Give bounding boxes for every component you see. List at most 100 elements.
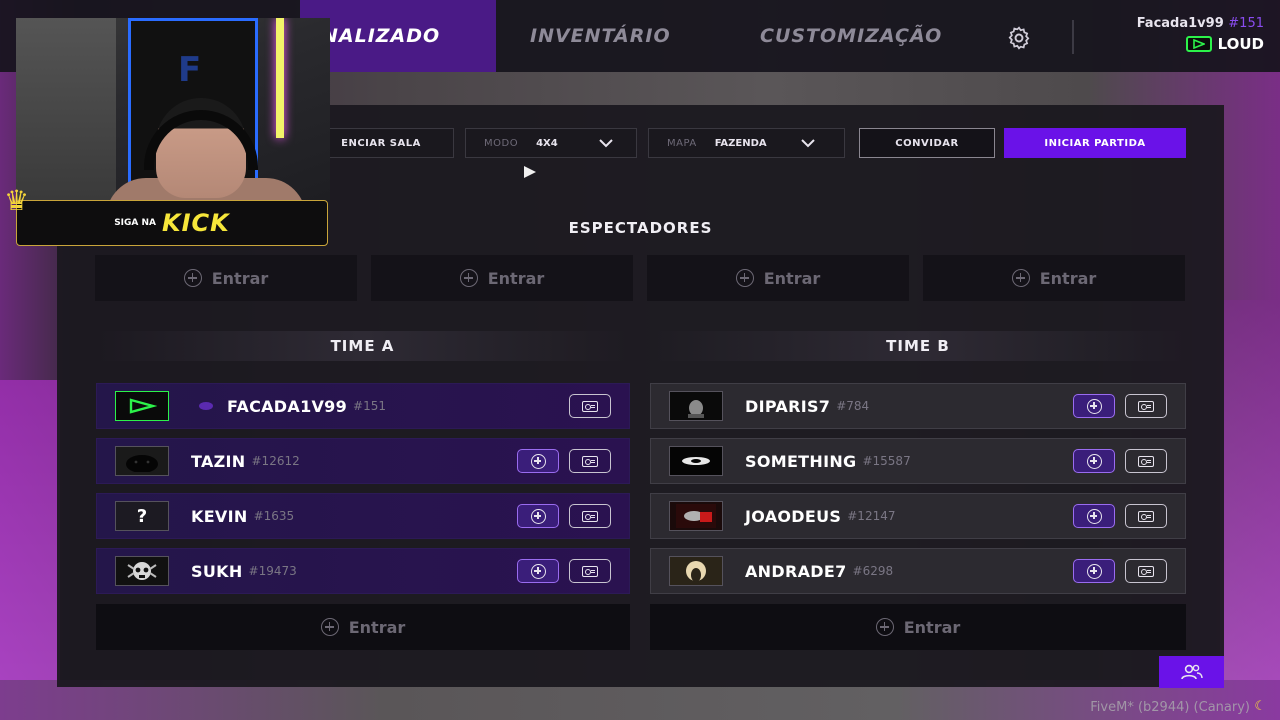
users-icon bbox=[1180, 664, 1203, 680]
add-friend-button[interactable] bbox=[517, 559, 559, 583]
add-friend-button[interactable] bbox=[1073, 504, 1115, 528]
add-friend-button[interactable] bbox=[517, 449, 559, 473]
photo-avatar bbox=[669, 391, 723, 421]
invite-button[interactable]: CONVIDAR bbox=[859, 128, 995, 158]
plus-circle-icon bbox=[320, 618, 339, 636]
id-card-icon bbox=[1138, 565, 1154, 577]
profile-card-button[interactable] bbox=[1125, 559, 1167, 583]
tab-label: CUSTOMIZAÇÃO bbox=[760, 25, 943, 47]
spectator-join-slot[interactable]: Entrar bbox=[923, 255, 1185, 301]
player-id: #151 bbox=[353, 399, 387, 413]
logo-avatar bbox=[669, 446, 723, 476]
invite-label: CONVIDAR bbox=[895, 137, 959, 149]
player-id: #15587 bbox=[862, 454, 911, 468]
spectator-join-slot[interactable]: Entrar bbox=[95, 255, 357, 301]
player-name: FACADA1V99 bbox=[227, 396, 348, 416]
plus-circle-icon bbox=[530, 453, 546, 469]
kick-prefix: SIGA NA bbox=[114, 218, 157, 228]
player-name: ANDRADE7 bbox=[745, 561, 847, 581]
kick-logo: KICK bbox=[162, 209, 230, 237]
profile-card-button[interactable] bbox=[569, 394, 611, 418]
player-name: KEVIN bbox=[191, 506, 248, 526]
spectator-join-slot[interactable]: Entrar bbox=[371, 255, 633, 301]
mode-label: MODO bbox=[484, 137, 519, 149]
player-name: TAZIN bbox=[191, 451, 246, 471]
team-a-player-row[interactable]: ? KEVIN #1635 bbox=[96, 493, 630, 539]
team-a-title: TIME A bbox=[96, 331, 629, 361]
username: Facada1v99 #151 bbox=[1137, 16, 1264, 31]
player-name: JOAODEUS bbox=[745, 506, 842, 526]
player-name: SUKH bbox=[191, 561, 243, 581]
tab-inventario[interactable]: INVENTÁRIO bbox=[530, 0, 671, 72]
panther-avatar bbox=[115, 446, 169, 476]
plus-circle-icon bbox=[530, 563, 546, 579]
map-label: MAPA bbox=[667, 137, 697, 149]
row-actions bbox=[1073, 504, 1167, 528]
loud-logo-icon bbox=[1185, 36, 1212, 52]
plus-circle-icon bbox=[1011, 269, 1030, 287]
join-label: Entrar bbox=[487, 268, 545, 288]
profile-card-button[interactable] bbox=[1125, 394, 1167, 418]
player-id: #784 bbox=[836, 399, 870, 413]
team-a-player-row[interactable]: TAZIN #12612 bbox=[96, 438, 630, 484]
add-friend-button[interactable] bbox=[1073, 559, 1115, 583]
kick-follow-banner: SIGA NA KICK bbox=[16, 200, 328, 246]
profile-card-button[interactable] bbox=[569, 449, 611, 473]
photo-avatar bbox=[669, 556, 723, 586]
plus-circle-icon bbox=[735, 269, 754, 287]
gear-icon[interactable] bbox=[1006, 25, 1032, 51]
chair-logo-icon: F bbox=[178, 50, 202, 90]
row-actions bbox=[517, 449, 611, 473]
leader-indicator-icon bbox=[199, 402, 213, 410]
add-friend-button[interactable] bbox=[1073, 394, 1115, 418]
player-id: #1635 bbox=[253, 509, 295, 523]
profile-card-button[interactable] bbox=[1125, 504, 1167, 528]
plus-circle-icon bbox=[1086, 508, 1102, 524]
crown-icon: ♛ bbox=[4, 184, 30, 217]
chevron-down-icon bbox=[801, 139, 815, 148]
client-version: FiveM* (b2944) (Canary) bbox=[1090, 700, 1250, 715]
player-id: #12612 bbox=[251, 454, 300, 468]
add-friend-button[interactable] bbox=[1073, 449, 1115, 473]
team-b-player-row[interactable]: ANDRADE7 #6298 bbox=[650, 548, 1186, 594]
plus-circle-icon bbox=[530, 508, 546, 524]
tab-customizacao[interactable]: CUSTOMIZAÇÃO bbox=[760, 0, 942, 72]
org-badge: LOUD bbox=[1137, 35, 1264, 53]
start-match-button[interactable]: INICIAR PARTIDA bbox=[1004, 128, 1186, 158]
profile-card-button[interactable] bbox=[1125, 449, 1167, 473]
spectator-join-slot[interactable]: Entrar bbox=[647, 255, 909, 301]
start-match-label: INICIAR PARTIDA bbox=[1044, 137, 1146, 149]
team-a-player-row[interactable]: FACADA1V99 #151 bbox=[96, 383, 630, 429]
id-card-icon bbox=[1138, 455, 1154, 467]
join-label: Entrar bbox=[348, 617, 406, 637]
team-a-player-row[interactable]: SUKH #19473 bbox=[96, 548, 630, 594]
webcam-shelf bbox=[16, 18, 116, 200]
team-b-player-row[interactable]: DIPARIS7 #784 bbox=[650, 383, 1186, 429]
team-b-player-row[interactable]: SOMETHING #15587 bbox=[650, 438, 1186, 484]
unknown-avatar: ? bbox=[115, 501, 169, 531]
join-label: Entrar bbox=[763, 268, 821, 288]
username-text: Facada1v99 bbox=[1136, 16, 1224, 31]
team-b-join-slot[interactable]: Entrar bbox=[650, 604, 1186, 650]
plus-circle-icon bbox=[183, 269, 202, 287]
team-b-player-row[interactable]: JOAODEUS #12147 bbox=[650, 493, 1186, 539]
profile-card-button[interactable] bbox=[569, 504, 611, 528]
id-card-icon bbox=[1138, 400, 1154, 412]
profile-card-button[interactable] bbox=[569, 559, 611, 583]
streamer-webcam: F bbox=[16, 18, 330, 200]
map-select[interactable]: MAPA FAZENDA bbox=[648, 128, 845, 158]
mode-select[interactable]: MODO 4X4 bbox=[465, 128, 637, 158]
tab-label: NALIZADO bbox=[322, 25, 441, 47]
moon-icon: ☾ bbox=[1254, 699, 1266, 714]
team-a-join-slot[interactable]: Entrar bbox=[96, 604, 630, 650]
join-label: Entrar bbox=[1039, 268, 1097, 288]
skull-avatar bbox=[115, 556, 169, 586]
id-card-icon bbox=[582, 565, 598, 577]
row-actions bbox=[517, 559, 611, 583]
tab-label: INVENTÁRIO bbox=[530, 25, 671, 47]
photo-avatar bbox=[669, 501, 723, 531]
user-profile[interactable]: Facada1v99 #151 LOUD bbox=[1137, 16, 1264, 53]
map-value: FAZENDA bbox=[714, 137, 767, 149]
add-friend-button[interactable] bbox=[517, 504, 559, 528]
friends-button[interactable] bbox=[1159, 656, 1224, 688]
